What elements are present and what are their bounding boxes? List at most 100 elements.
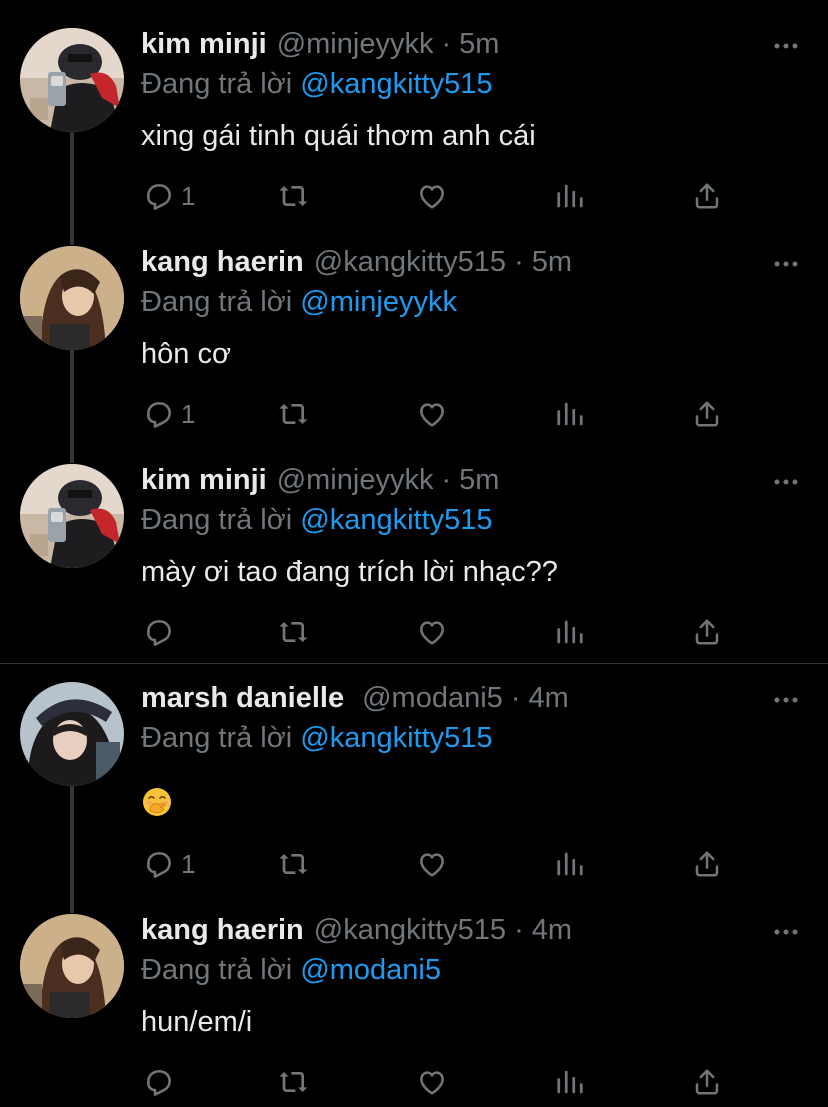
mention-link[interactable]: @kangkitty515 bbox=[300, 722, 492, 754]
reply-icon bbox=[147, 1070, 171, 1096]
display-name[interactable]: kim minji bbox=[141, 464, 267, 497]
timestamp[interactable]: 4m bbox=[528, 682, 568, 715]
reply-button[interactable]: 1 bbox=[143, 178, 195, 214]
like-button[interactable] bbox=[416, 178, 448, 214]
retweet-button[interactable] bbox=[277, 178, 311, 214]
more-icon[interactable] bbox=[774, 696, 798, 704]
user-handle[interactable]: @kangkitty515 bbox=[314, 246, 506, 279]
replying-to-label: Đang trả lời bbox=[141, 722, 293, 754]
share-icon bbox=[695, 183, 719, 209]
views-button[interactable] bbox=[555, 396, 585, 432]
replying-to: Đang trả lời @modani5 bbox=[141, 954, 441, 987]
replying-to: Đang trả lời @kangkitty515 bbox=[141, 722, 493, 755]
like-icon bbox=[420, 621, 444, 645]
share-icon bbox=[695, 1069, 719, 1095]
tweet-actions bbox=[141, 1064, 741, 1104]
views-icon bbox=[557, 620, 583, 644]
reply-button[interactable] bbox=[143, 1064, 181, 1100]
replying-to-label: Đang trả lời bbox=[141, 68, 293, 100]
share-button[interactable] bbox=[692, 614, 722, 650]
views-icon bbox=[557, 184, 583, 208]
user-handle[interactable]: @minjeyykk bbox=[277, 28, 434, 61]
share-button[interactable] bbox=[692, 178, 722, 214]
tweet[interactable]: marsh danielle @modani5 · 4m Đang trả lờ… bbox=[0, 682, 828, 897]
replying-to-label: Đang trả lời bbox=[141, 504, 293, 536]
display-name[interactable]: kang haerin bbox=[141, 914, 304, 947]
tweet[interactable]: kim minji @minjeyykk · 5m Đang trả lời @… bbox=[0, 28, 828, 228]
tweet-header: kang haerin @kangkitty515 · 5m bbox=[141, 246, 572, 286]
avatar[interactable] bbox=[20, 914, 124, 1018]
replying-to: Đang trả lời @minjeyykk bbox=[141, 286, 457, 319]
reply-count: 1 bbox=[181, 180, 196, 211]
tweet-actions bbox=[141, 614, 741, 654]
retweet-button[interactable] bbox=[277, 1064, 311, 1100]
timestamp[interactable]: 5m bbox=[459, 464, 499, 497]
tweet-header: marsh danielle @modani5 · 4m bbox=[141, 682, 569, 722]
separator-dot: · bbox=[441, 28, 452, 60]
thread-divider bbox=[0, 663, 828, 664]
avatar[interactable] bbox=[20, 464, 124, 568]
views-button[interactable] bbox=[555, 178, 585, 214]
mention-link[interactable]: @kangkitty515 bbox=[300, 68, 492, 100]
more-icon[interactable] bbox=[774, 42, 798, 50]
tweet-text: xing gái tinh quái thơm anh cái bbox=[141, 120, 536, 152]
like-button[interactable] bbox=[416, 846, 448, 882]
avatar[interactable] bbox=[20, 246, 124, 350]
separator-dot: · bbox=[514, 246, 524, 278]
more-icon[interactable] bbox=[774, 928, 798, 936]
more-icon[interactable] bbox=[774, 478, 798, 486]
avatar[interactable] bbox=[20, 28, 124, 132]
share-button[interactable] bbox=[692, 396, 722, 432]
retweet-icon bbox=[279, 186, 308, 206]
like-button[interactable] bbox=[416, 1064, 448, 1100]
like-icon bbox=[420, 853, 444, 877]
separator-dot: · bbox=[514, 914, 524, 946]
timestamp[interactable]: 5m bbox=[459, 28, 499, 61]
reply-count: 1 bbox=[181, 398, 196, 429]
views-button[interactable] bbox=[555, 614, 585, 650]
user-handle[interactable]: @kangkitty515 bbox=[314, 914, 506, 947]
reply-button[interactable]: 1 bbox=[143, 396, 195, 432]
display-name[interactable]: marsh danielle bbox=[141, 682, 344, 715]
display-name[interactable]: kim minji bbox=[141, 28, 267, 61]
retweet-button[interactable] bbox=[277, 396, 311, 432]
reply-icon bbox=[147, 402, 171, 428]
views-button[interactable] bbox=[555, 846, 585, 882]
display-name[interactable]: kang haerin bbox=[141, 246, 304, 279]
share-button[interactable] bbox=[692, 846, 722, 882]
reply-button[interactable]: 1 bbox=[143, 846, 195, 882]
tweet[interactable]: kang haerin @kangkitty515 · 5m Đang trả … bbox=[0, 246, 828, 446]
more-icon[interactable] bbox=[774, 260, 798, 268]
reply-count: 1 bbox=[181, 848, 196, 879]
replying-to-label: Đang trả lời bbox=[141, 286, 293, 318]
tweet[interactable]: kang haerin @kangkitty515 · 4m Đang trả … bbox=[0, 914, 828, 1107]
tweet[interactable]: kim minji @minjeyykk · 5m Đang trả lời @… bbox=[0, 464, 828, 664]
retweet-button[interactable] bbox=[277, 846, 311, 882]
share-button[interactable] bbox=[692, 1064, 722, 1100]
reply-icon bbox=[147, 620, 171, 646]
mention-link[interactable]: @modani5 bbox=[300, 954, 441, 986]
share-icon bbox=[695, 851, 719, 877]
mention-link[interactable]: @minjeyykk bbox=[300, 286, 457, 318]
user-handle[interactable]: @modani5 bbox=[362, 682, 503, 715]
timestamp[interactable]: 5m bbox=[532, 246, 572, 279]
views-button[interactable] bbox=[555, 1064, 585, 1100]
like-icon bbox=[420, 185, 444, 209]
user-handle[interactable]: @minjeyykk bbox=[277, 464, 434, 497]
tweet-actions: 1 bbox=[141, 396, 741, 436]
views-icon bbox=[557, 402, 583, 426]
like-button[interactable] bbox=[416, 614, 448, 650]
reply-button[interactable] bbox=[143, 614, 181, 650]
tweet-header: kang haerin @kangkitty515 · 4m bbox=[141, 914, 572, 954]
timestamp[interactable]: 4m bbox=[532, 914, 572, 947]
tweet-text: hôn cơ bbox=[141, 338, 231, 370]
like-button[interactable] bbox=[416, 396, 448, 432]
retweet-button[interactable] bbox=[277, 614, 311, 650]
tweet-actions: 1 bbox=[141, 178, 741, 218]
avatar[interactable] bbox=[20, 682, 124, 786]
mention-link[interactable]: @kangkitty515 bbox=[300, 504, 492, 536]
tweet-text: mày ơi tao đang trích lời nhạc?? bbox=[141, 556, 558, 588]
share-icon bbox=[695, 401, 719, 427]
like-icon bbox=[420, 403, 444, 427]
face-with-hand-over-mouth-emoji bbox=[143, 788, 171, 816]
